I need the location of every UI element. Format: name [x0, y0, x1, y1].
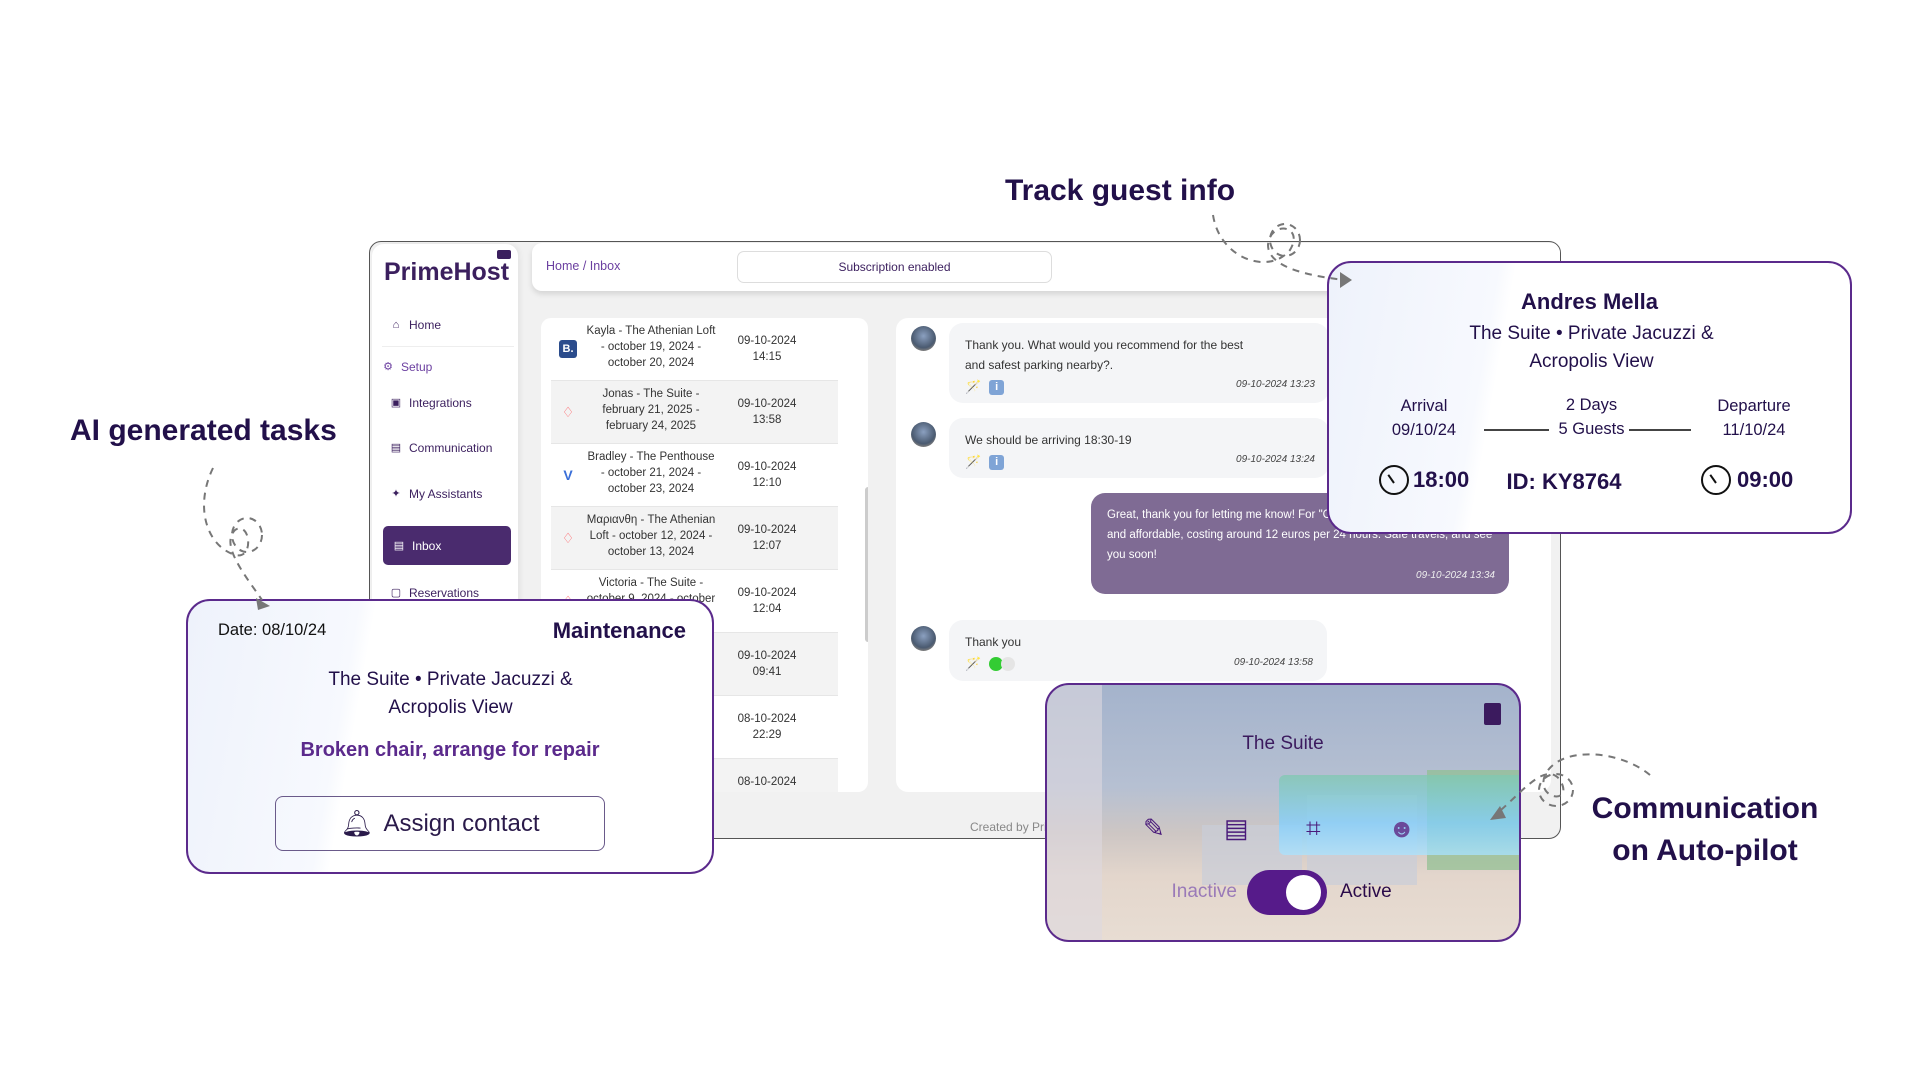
nav-label: Communication	[409, 441, 493, 455]
toggle-knob	[1286, 875, 1321, 910]
info-icon[interactable]: i	[989, 379, 1005, 395]
message-incoming: Thank you 🪄 09-10-2024 13:58	[949, 620, 1327, 681]
nav-label: My Assistants	[409, 487, 483, 501]
message-incoming: We should be arriving 18:30-19 🪄 i 09-10-…	[949, 418, 1329, 478]
auto-pilot-card: The Suite ✎ ▤ ⌗ ☻ Inactive Active	[1045, 683, 1521, 942]
conversation-date: 09-10-2024 12:07	[737, 524, 797, 552]
magic-wand-icon[interactable]: 🪄	[965, 377, 981, 397]
avatar	[911, 422, 936, 447]
calendar-icon: ▢	[390, 587, 402, 599]
sidebar-item-communication[interactable]: ▤ Communication	[390, 441, 493, 455]
departure-time: 09:00	[1737, 467, 1794, 492]
sidebar-item-reservations[interactable]: ▢ Reservations	[390, 586, 479, 600]
annotation-auto-pilot: on Auto-pilot	[1612, 834, 1798, 867]
inbox-icon: ▤	[393, 539, 405, 552]
message-text: Thank you. What would you recommend for …	[965, 338, 1244, 372]
task-category: Maintenance	[552, 618, 686, 643]
arrival-label: Arrival	[1400, 397, 1448, 415]
conversation-row[interactable]: ♢ Μαριανθη - The Athenian Loft - october …	[551, 507, 838, 570]
info-icon[interactable]: i	[989, 454, 1005, 470]
clock-icon	[1701, 465, 1731, 495]
nav-label: Reservations	[409, 586, 480, 600]
message-timestamp: 09-10-2024 13:34	[1416, 570, 1495, 581]
conversation-date: 09-10-2024 14:15	[737, 335, 797, 363]
nav-label: Setup	[401, 360, 433, 374]
sidebar-item-home[interactable]: ⌂ Home	[390, 318, 441, 332]
logo: PrimeHost	[384, 250, 512, 287]
arrival-date: 09/10/24	[1391, 421, 1457, 439]
annotation-track-guest-info: Track guest info	[1004, 174, 1236, 207]
task-date: Date: 08/10/24	[218, 621, 327, 639]
message-text: Thank you	[965, 635, 1022, 649]
chat-icon: ▤	[390, 442, 402, 454]
nav-label: Inbox	[412, 538, 442, 553]
vrbo-icon: V	[563, 467, 573, 483]
sidebar-item-my-assistants[interactable]: ✦ My Assistants	[390, 487, 482, 501]
button-label: Assign contact	[383, 809, 540, 837]
conversation-date: 09-10-2024 13:58	[737, 398, 797, 426]
pencil-icon[interactable]: ✎	[1143, 813, 1165, 844]
conversation-title: Kayla - The Athenian Loft - october 19, …	[586, 325, 716, 369]
inactive-label: Inactive	[1171, 881, 1237, 902]
nav-label: Home	[409, 318, 442, 332]
bell-icon: 🔔︎	[340, 808, 374, 838]
plug-icon: ▣	[390, 397, 402, 409]
sidebar-item-inbox[interactable]: ▤ Inbox	[383, 526, 511, 565]
status-dot-grey	[1001, 657, 1016, 671]
airbnb-icon: ♢	[561, 404, 575, 420]
message-text: We should be arriving 18:30-19	[965, 433, 1132, 447]
conversation-date: 09-10-2024 12:10	[737, 461, 797, 489]
conversation-row[interactable]: V Bradley - The Penthouse - october 21, 2…	[551, 444, 838, 507]
guest-info-card: Andres Mella The Suite • Private Jacuzzi…	[1327, 261, 1852, 534]
departure-label: Departure	[1717, 397, 1791, 415]
property-name: The Suite • Private Jacuzzi & Acropolis …	[1469, 323, 1714, 372]
active-label: Active	[1340, 881, 1392, 902]
message-timestamp: 09-10-2024 13:58	[1234, 657, 1313, 668]
conversation-row[interactable]: ♢ Jonas - The Suite - february 21, 2025 -…	[551, 381, 838, 444]
conversation-date: 09-10-2024 12:04	[737, 587, 797, 615]
avatar	[911, 626, 936, 651]
magic-wand-icon[interactable]: 🪄	[965, 654, 981, 674]
message-timestamp: 09-10-2024 13:23	[1236, 379, 1315, 390]
task-card: Date: 08/10/24 Maintenance The Suite • P…	[186, 599, 714, 874]
sidebar-item-setup[interactable]: ⚙ Setup	[382, 360, 432, 374]
assign-contact-button[interactable]: 🔔︎ Assign contact	[275, 796, 605, 851]
qr-code-icon[interactable]: ⌗	[1306, 813, 1321, 845]
magic-wand-icon: ✦	[391, 488, 401, 500]
breadcrumb[interactable]: Home / Inbox	[546, 259, 620, 273]
annotation-communication: Communication	[1591, 792, 1819, 825]
departure-date: 11/10/24	[1722, 421, 1786, 439]
stay-length: 2 Days	[1565, 396, 1618, 414]
home-icon: ⌂	[392, 319, 400, 331]
message-incoming: Thank you. What would you recommend for …	[949, 323, 1329, 403]
airbnb-icon: ♢	[561, 530, 575, 546]
reservation-id: ID: KY8764	[1506, 469, 1622, 494]
robot-icon[interactable]: ☻	[1388, 813, 1415, 844]
conversation-date: 08-10-2024 22:29	[737, 713, 797, 741]
trash-icon[interactable]	[1484, 703, 1501, 725]
annotation-ai-tasks: AI generated tasks	[70, 414, 337, 447]
chat-bubble-icon	[497, 250, 512, 259]
property-title: The Suite	[1242, 733, 1324, 754]
conversation-date: 09-10-2024 09:41	[737, 650, 797, 678]
auto-pilot-toggle[interactable]	[1247, 870, 1327, 915]
user-gear-icon: ⚙	[383, 361, 393, 373]
conversation-title: Bradley - The Penthouse - october 21, 20…	[587, 451, 715, 495]
avatar	[911, 326, 936, 351]
guest-name: Andres Mella	[1521, 289, 1658, 314]
subscription-status: Subscription enabled	[737, 251, 1052, 283]
booking-icon: B.	[559, 340, 577, 358]
conversation-title: Jonas - The Suite - february 21, 2025 - …	[602, 388, 700, 432]
conversation-row[interactable]: B. Kayla - The Athenian Loft - october 19…	[551, 318, 838, 381]
property-name: The Suite • Private Jacuzzi & Acropolis …	[328, 669, 573, 718]
nav-label: Integrations	[409, 396, 472, 410]
message-icon[interactable]: ▤	[1224, 813, 1249, 844]
task-description: Broken chair, arrange for repair	[300, 739, 600, 761]
sidebar-item-integrations[interactable]: ▣ Integrations	[390, 396, 472, 410]
message-timestamp: 09-10-2024 13:24	[1236, 454, 1315, 465]
magic-wand-icon[interactable]: 🪄	[965, 452, 981, 472]
conversation-title: Μαριανθη - The Athenian Loft - october 1…	[586, 514, 716, 558]
list-scrollbar[interactable]	[865, 487, 868, 642]
conversation-date: 08-10-2024	[737, 776, 797, 788]
